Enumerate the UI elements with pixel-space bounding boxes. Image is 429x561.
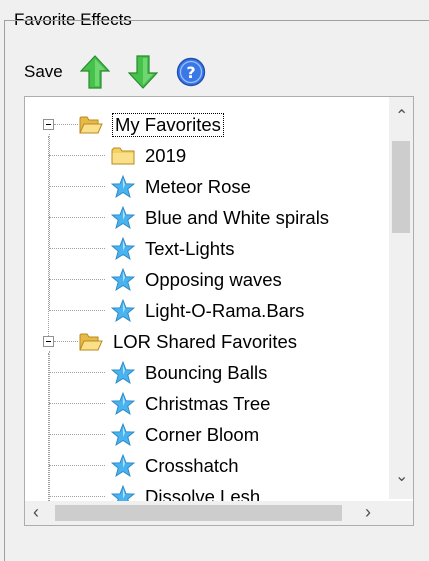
- star-icon: [111, 267, 135, 292]
- move-down-icon[interactable]: [125, 54, 161, 90]
- collapse-toggle-icon[interactable]: [43, 119, 54, 130]
- tree-connector: [49, 134, 50, 311]
- tree-item-effect[interactable]: Christmas Tree: [49, 388, 271, 419]
- tree-connector: [49, 496, 105, 497]
- tree-connector: [54, 124, 78, 125]
- svg-text:?: ?: [186, 63, 195, 82]
- tree-connector: [49, 372, 105, 373]
- move-up-icon[interactable]: [77, 54, 113, 90]
- folder-open-icon: [79, 330, 103, 354]
- tree-connector: [49, 248, 105, 249]
- scroll-down-icon[interactable]: ⌄: [395, 469, 408, 485]
- star-icon: [111, 205, 135, 230]
- tree-item-effect[interactable]: Corner Bloom: [49, 419, 260, 450]
- tree-item-label: Blue and White spirals: [145, 206, 330, 228]
- horizontal-scroll-thumb[interactable]: [55, 505, 342, 521]
- tree-connector: [49, 217, 105, 218]
- tree-item-label: Bouncing Balls: [145, 361, 268, 383]
- tree-item-folder[interactable]: LOR Shared Favorites: [43, 326, 298, 357]
- scroll-right-icon[interactable]: ›: [365, 503, 371, 521]
- star-icon: [111, 298, 135, 323]
- tree-item-label: Corner Bloom: [145, 423, 260, 445]
- folder-open-icon: [79, 113, 103, 137]
- tree-connector: [54, 341, 78, 342]
- scroll-left-icon[interactable]: ‹: [33, 503, 39, 521]
- star-icon: [111, 453, 135, 478]
- tree-connector: [49, 279, 105, 280]
- star-icon: [111, 391, 135, 416]
- tree-item-effect[interactable]: Blue and White spirals: [49, 202, 330, 233]
- folder-icon: [111, 144, 135, 168]
- tree-connector: [49, 155, 105, 156]
- tree-item-label: 2019: [145, 144, 187, 166]
- star-icon: [111, 236, 135, 261]
- tree-connector: [49, 434, 105, 435]
- tree-item-effect[interactable]: Opposing waves: [49, 264, 282, 295]
- tree-connector: [49, 310, 105, 311]
- scrollbar-corner: [389, 501, 413, 525]
- star-icon: [111, 360, 135, 385]
- tree-item-effect[interactable]: Crosshatch: [49, 450, 239, 481]
- tree-connector: [49, 186, 105, 187]
- tree-item-label: Christmas Tree: [145, 392, 271, 414]
- tree-connector: [49, 403, 105, 404]
- favorites-tree[interactable]: My Favorites 2019 Meteor Rose Blue and Whit…: [24, 96, 414, 526]
- collapse-toggle-icon[interactable]: [43, 336, 54, 347]
- tree-item-label: Text-Lights: [145, 237, 235, 259]
- tree-item-label: Opposing waves: [145, 268, 282, 290]
- star-icon: [111, 422, 135, 447]
- tree-item-folder[interactable]: 2019: [49, 140, 187, 171]
- help-icon[interactable]: ?: [173, 54, 209, 90]
- tree-item-effect[interactable]: Light-O-Rama.Bars: [49, 295, 305, 326]
- tree-item-label: Crosshatch: [145, 454, 239, 476]
- toolbar: Save ?: [24, 50, 221, 94]
- tree-item-label: My Favorites: [112, 112, 224, 137]
- vertical-scroll-thumb[interactable]: [392, 141, 410, 233]
- tree-item-effect[interactable]: Text-Lights: [49, 233, 235, 264]
- scroll-up-icon[interactable]: ⌃: [395, 109, 408, 125]
- tree-item-label: Meteor Rose: [145, 175, 251, 197]
- tree-item-label: Light-O-Rama.Bars: [145, 299, 305, 321]
- tree-connector: [49, 465, 105, 466]
- star-icon: [111, 174, 135, 199]
- tree-item-effect[interactable]: Meteor Rose: [49, 171, 251, 202]
- save-button[interactable]: Save: [24, 62, 63, 82]
- tree-item-label: LOR Shared Favorites: [113, 330, 298, 352]
- tree-item-folder[interactable]: My Favorites: [43, 109, 224, 140]
- vertical-scrollbar[interactable]: ⌃ ⌄: [389, 97, 413, 499]
- tree-connector: [49, 351, 50, 525]
- horizontal-scrollbar[interactable]: ‹ ›: [25, 501, 391, 525]
- tree-item-effect[interactable]: Bouncing Balls: [49, 357, 268, 388]
